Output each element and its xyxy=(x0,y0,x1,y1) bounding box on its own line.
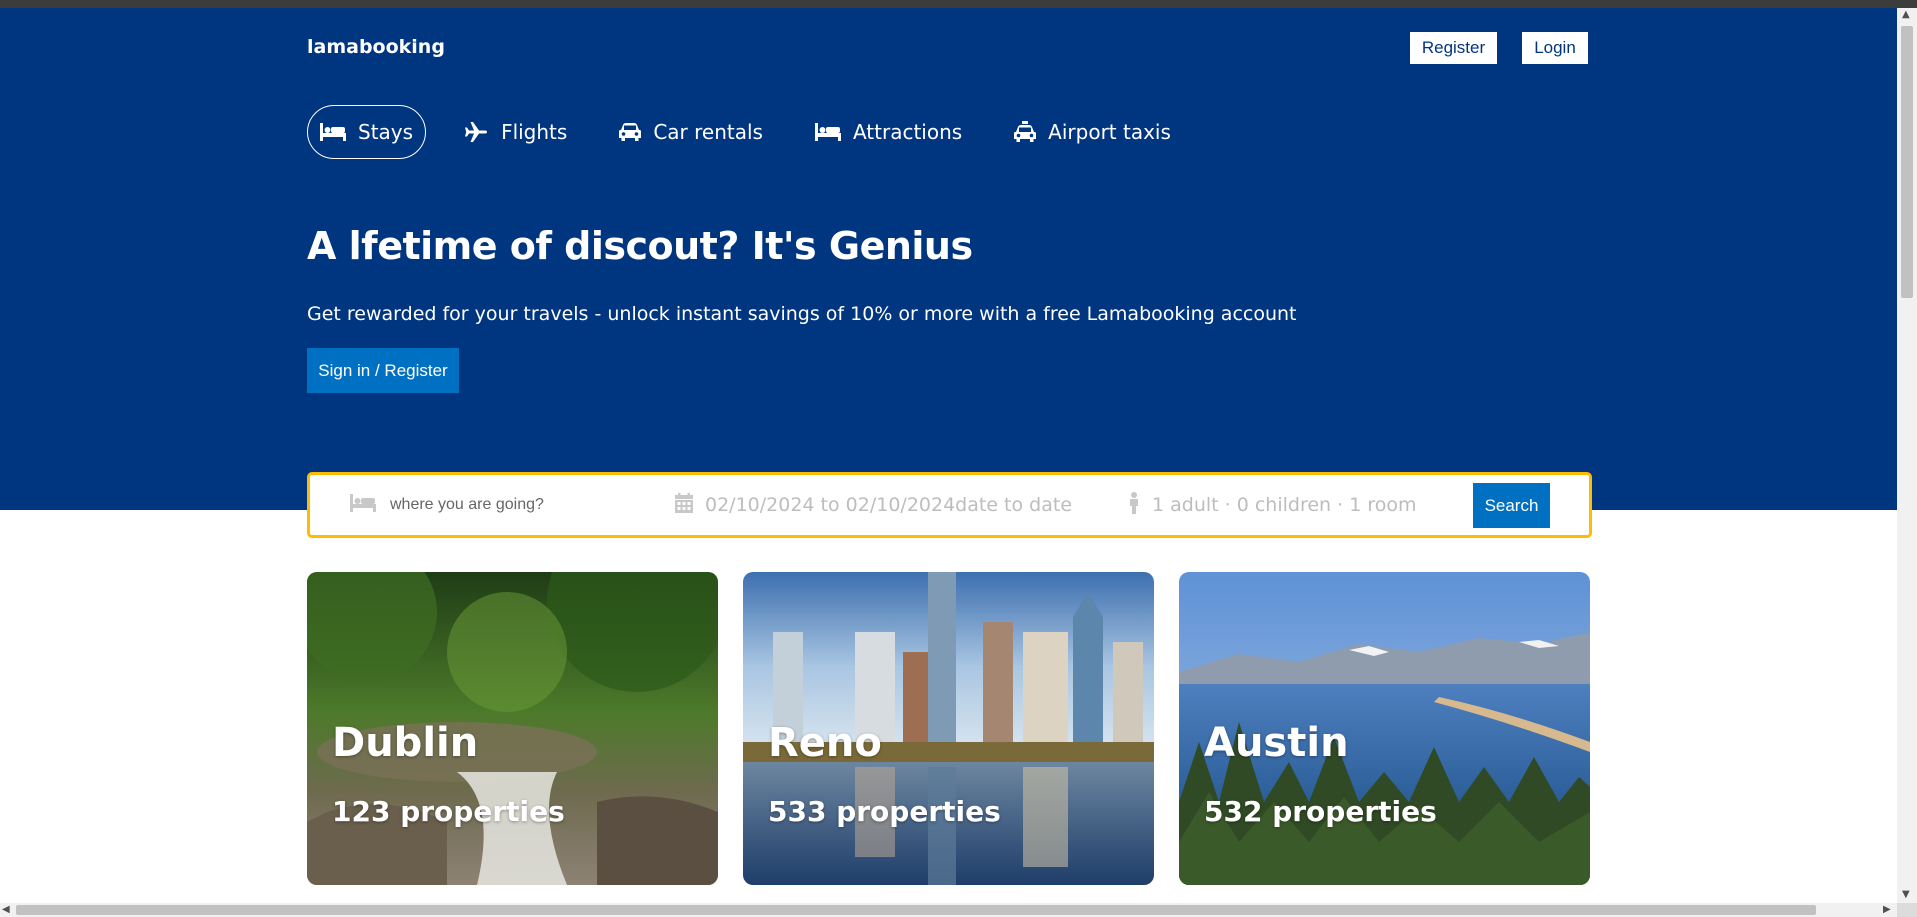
city-card-reno[interactable]: Reno 533 properties xyxy=(743,572,1154,885)
person-icon xyxy=(1128,492,1140,518)
brand-logo[interactable]: lamabooking xyxy=(307,36,445,58)
tab-label: Attractions xyxy=(852,120,963,144)
sign-in-register-button[interactable]: Sign in / Register xyxy=(307,348,459,393)
category-tabs: Stays Flights Car rentals Attractions Ai… xyxy=(307,105,1210,159)
date-range-field[interactable]: 02/10/2024 to 02/10/2024date to date xyxy=(675,475,1072,535)
city-name: Austin xyxy=(1204,720,1349,766)
vertical-scroll-thumb[interactable] xyxy=(1901,26,1913,298)
login-button[interactable]: Login xyxy=(1522,32,1588,64)
search-button[interactable]: Search xyxy=(1473,483,1550,528)
property-count: 123 properties xyxy=(332,795,565,828)
destination-field[interactable] xyxy=(350,475,672,535)
register-button[interactable]: Register xyxy=(1410,32,1497,64)
tab-stays[interactable]: Stays xyxy=(307,105,427,159)
hero-title: A lfetime of discout? It's Genius xyxy=(307,224,973,268)
browser-top-strip xyxy=(0,0,1917,8)
search-bar: 02/10/2024 to 02/10/2024date to date 1 a… xyxy=(307,472,1592,538)
car-icon xyxy=(619,122,642,142)
plane-icon xyxy=(465,121,489,143)
date-range-text: 02/10/2024 to 02/10/2024date to date xyxy=(705,494,1073,516)
tab-flights[interactable]: Flights xyxy=(452,105,580,159)
city-card-austin[interactable]: Austin 532 properties xyxy=(1179,572,1590,885)
scroll-up-arrow-icon[interactable]: ▲ xyxy=(1902,10,1910,20)
featured-cities: Dublin 123 properties Reno 533 propertie… xyxy=(307,572,1590,885)
destination-input[interactable] xyxy=(388,495,672,515)
tab-airport-taxis[interactable]: Airport taxis xyxy=(1001,105,1184,159)
property-count: 533 properties xyxy=(768,795,1001,828)
tab-label: Airport taxis xyxy=(1048,120,1171,144)
tab-label: Flights xyxy=(501,120,568,144)
property-count: 532 properties xyxy=(1204,795,1437,828)
scroll-down-arrow-icon[interactable]: ▼ xyxy=(1902,890,1910,900)
vertical-scrollbar[interactable]: ▲ ▼ xyxy=(1897,8,1917,903)
city-name: Reno xyxy=(768,720,882,766)
hero-subtitle: Get rewarded for your travels - unlock i… xyxy=(307,303,1297,325)
tab-label: Stays xyxy=(358,120,414,144)
bed-icon xyxy=(320,123,346,141)
tab-attractions[interactable]: Attractions xyxy=(802,105,975,159)
tab-label: Car rentals xyxy=(653,120,763,144)
scroll-left-arrow-icon[interactable]: ◀ xyxy=(2,905,10,915)
scrollbar-corner xyxy=(1897,903,1917,917)
city-name: Dublin xyxy=(332,720,479,766)
calendar-icon xyxy=(675,493,693,517)
occupancy-text: 1 adult · 0 children · 1 room xyxy=(1152,494,1417,516)
hero-section: lamabooking Register Login Stays Flights… xyxy=(0,8,1897,510)
horizontal-scrollbar[interactable]: ◀ ▶ xyxy=(0,903,1897,917)
taxi-icon xyxy=(1014,121,1037,143)
bed-icon xyxy=(814,123,841,141)
scroll-right-arrow-icon[interactable]: ▶ xyxy=(1883,905,1891,915)
occupancy-field[interactable]: 1 adult · 0 children · 1 room xyxy=(1128,475,1416,535)
bed-icon xyxy=(350,494,376,516)
city-card-dublin[interactable]: Dublin 123 properties xyxy=(307,572,718,885)
tab-car-rentals[interactable]: Car rentals xyxy=(606,105,776,159)
horizontal-scroll-thumb[interactable] xyxy=(16,905,1816,915)
